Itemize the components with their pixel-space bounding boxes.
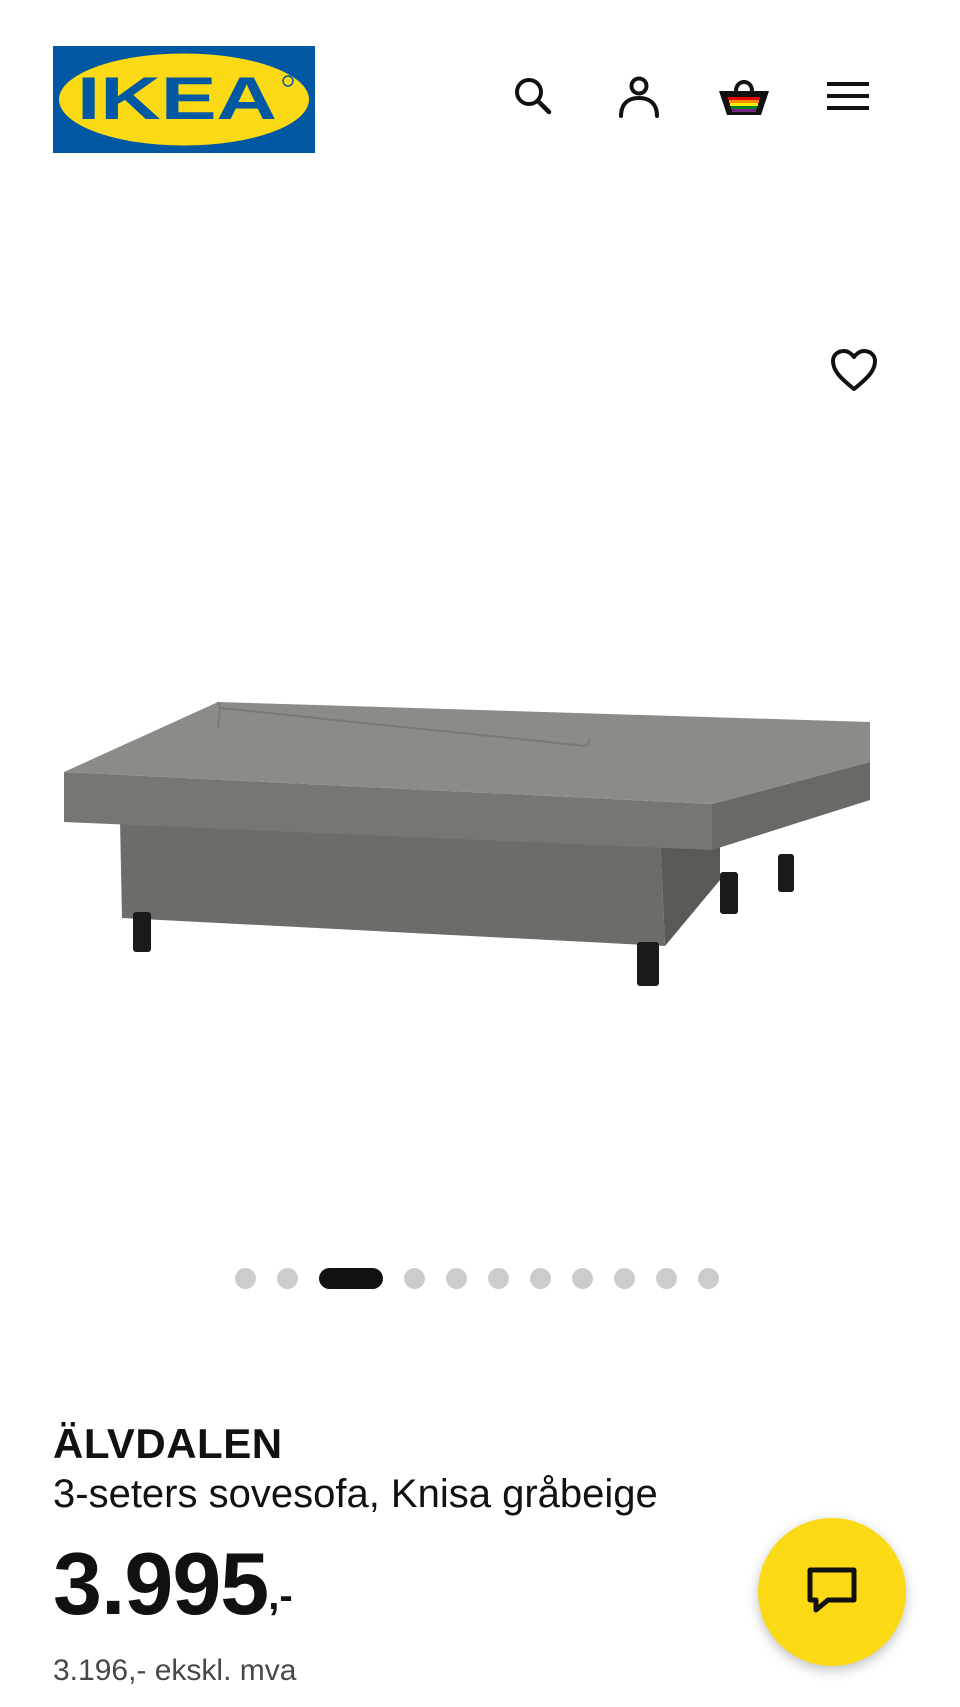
product-name: ÄLVDALEN	[53, 1420, 283, 1467]
chat-icon	[804, 1562, 860, 1623]
account-button[interactable]	[613, 70, 665, 122]
product-price: 3.995 ,-	[53, 1540, 293, 1628]
gallery-dot[interactable]	[530, 1268, 551, 1289]
product-description: 3-seters sovesofa, Knisa gråbeige	[53, 1472, 658, 1516]
shopping-basket-button[interactable]	[718, 70, 770, 122]
account-icon	[616, 73, 662, 119]
price-excluding-vat: 3.196,- ekskl. mva	[53, 1654, 297, 1687]
add-to-favourites-button[interactable]	[826, 344, 882, 400]
search-icon	[511, 74, 555, 118]
gallery-dot[interactable]	[572, 1268, 593, 1289]
gallery-dot[interactable]	[614, 1268, 635, 1289]
menu-icon	[825, 76, 871, 116]
gallery-dot[interactable]	[446, 1268, 467, 1289]
heart-icon	[829, 347, 879, 398]
search-button[interactable]	[507, 70, 559, 122]
gallery-dot[interactable]	[277, 1268, 298, 1289]
menu-button[interactable]	[822, 70, 874, 122]
chat-button[interactable]	[758, 1518, 906, 1666]
gallery-dot[interactable]	[698, 1268, 719, 1289]
gallery-pagination	[0, 1266, 960, 1290]
gallery-dot-active[interactable]	[319, 1268, 383, 1289]
gallery-dot[interactable]	[488, 1268, 509, 1289]
price-suffix: ,-	[268, 1574, 293, 1618]
shopping-basket-icon	[716, 73, 772, 119]
ikea-logo[interactable]: IKEA	[53, 46, 315, 153]
gallery-dot[interactable]	[235, 1268, 256, 1289]
product-image-sofa-bed	[30, 650, 930, 1030]
gallery-dot[interactable]	[404, 1268, 425, 1289]
gallery-dot[interactable]	[656, 1268, 677, 1289]
price-integer: 3.995	[53, 1534, 269, 1633]
svg-text:IKEA: IKEA	[77, 65, 277, 132]
site-header: IKEA	[0, 0, 960, 200]
